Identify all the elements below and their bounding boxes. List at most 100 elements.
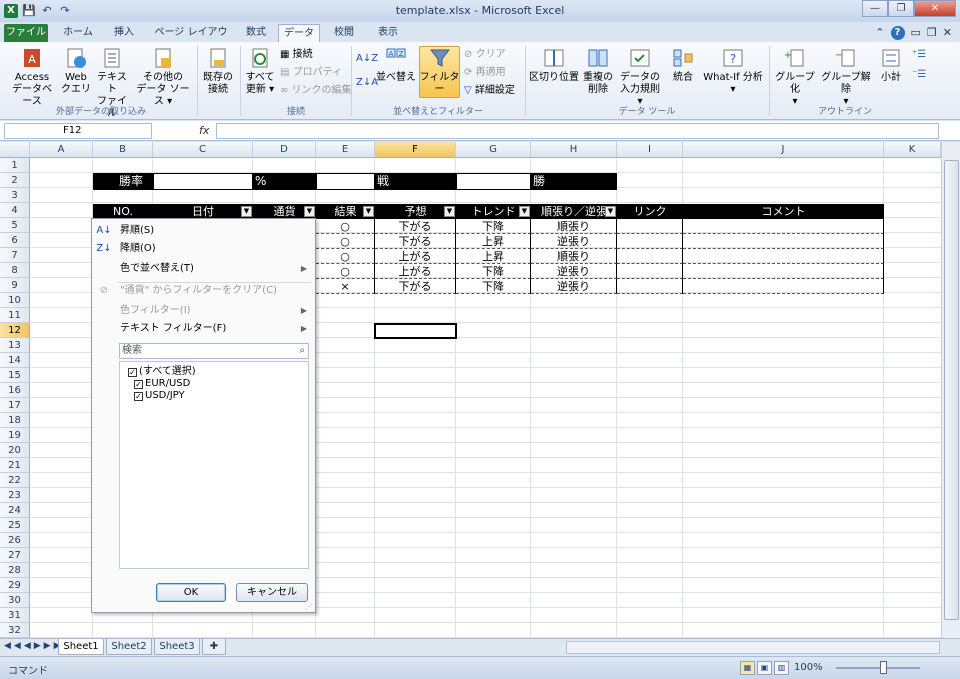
table-cell-style[interactable]: 逆張り — [531, 279, 617, 294]
row-header[interactable]: 10 — [0, 293, 30, 308]
row-header[interactable]: 4 — [0, 203, 30, 218]
battles-value-cell[interactable] — [316, 173, 375, 190]
remove-duplicates-button[interactable]: 重複の 削除 — [580, 46, 616, 96]
sheet-nav-icon[interactable]: ◀◀◀▶▶▶ — [4, 641, 64, 651]
table-cell[interactable] — [617, 249, 683, 264]
row-header[interactable]: 13 — [0, 338, 30, 353]
table-cell-style[interactable]: 逆張り — [531, 234, 617, 249]
tab-formulas[interactable]: 数式 — [238, 24, 274, 42]
consolidate-button[interactable]: 統合 — [668, 46, 698, 84]
refresh-all-button[interactable]: すべて 更新 ▾ — [244, 46, 276, 96]
filter-dropdown-currency[interactable]: ▼ — [304, 206, 315, 217]
row-header[interactable]: 14 — [0, 353, 30, 368]
active-cell-f12[interactable] — [374, 323, 457, 339]
col-header-i[interactable]: I — [617, 142, 683, 158]
filter-item-select-all[interactable]: ✓ (すべて選択) — [128, 366, 196, 378]
col-header-c[interactable]: C — [153, 142, 253, 158]
col-header-e[interactable]: E — [316, 142, 375, 158]
advanced-filter-button[interactable]: ▽ 詳細設定 — [464, 84, 515, 99]
row-header[interactable]: 21 — [0, 458, 30, 473]
table-cell-forecast[interactable]: 上がる — [375, 264, 456, 279]
filter-dropdown-result[interactable]: ▼ — [363, 206, 374, 217]
col-header-h[interactable]: H — [531, 142, 617, 158]
formula-input[interactable] — [216, 123, 939, 139]
table-cell-forecast[interactable]: 上がる — [375, 249, 456, 264]
row-header[interactable]: 7 — [0, 248, 30, 263]
table-cell-style[interactable]: 逆張り — [531, 264, 617, 279]
cancel-button[interactable]: キャンセル — [236, 583, 308, 602]
row-header[interactable]: 27 — [0, 548, 30, 563]
row-header[interactable]: 12 — [0, 323, 30, 338]
doc-restore-icon[interactable]: ❐ — [927, 26, 937, 40]
row-header[interactable]: 6 — [0, 233, 30, 248]
row-header[interactable]: 9 — [0, 278, 30, 293]
access-button[interactable]: A Access データベース — [8, 46, 56, 108]
table-cell-result[interactable]: ○ — [316, 264, 375, 279]
tab-insert[interactable]: 挿入 — [106, 24, 142, 42]
row-header[interactable]: 8 — [0, 263, 30, 278]
col-header-a[interactable]: A — [30, 142, 93, 158]
menu-sort-desc[interactable]: 降順(O) — [120, 241, 156, 257]
select-all-corner[interactable] — [0, 142, 30, 158]
row-header[interactable]: 22 — [0, 473, 30, 488]
vertical-scrollbar[interactable] — [941, 142, 960, 638]
table-cell-trend[interactable]: 下降 — [456, 279, 531, 294]
row-header[interactable]: 25 — [0, 518, 30, 533]
tab-file[interactable]: ファイル — [4, 24, 48, 42]
row-header[interactable]: 16 — [0, 383, 30, 398]
table-cell[interactable] — [683, 249, 884, 264]
sheet-tab-1[interactable]: Sheet1 — [58, 639, 104, 655]
filter-item-usdjpy[interactable]: ✓ USD/JPY — [134, 390, 185, 402]
insert-sheet-icon[interactable]: ✚ — [202, 639, 226, 655]
row-header[interactable]: 11 — [0, 308, 30, 323]
close-button[interactable]: ✕ — [914, 0, 956, 17]
checkbox-checked-icon[interactable]: ✓ — [134, 392, 143, 401]
doc-minimize-icon[interactable]: ▭ — [911, 26, 921, 40]
table-cell-forecast[interactable]: 下がる — [375, 279, 456, 294]
page-layout-view-icon[interactable]: ▣ — [757, 661, 772, 675]
table-cell[interactable] — [617, 264, 683, 279]
restore-button[interactable]: ❐ — [888, 0, 914, 17]
table-cell[interactable] — [617, 219, 683, 234]
table-cell[interactable] — [683, 219, 884, 234]
row-header[interactable]: 23 — [0, 488, 30, 503]
row-header[interactable]: 32 — [0, 623, 30, 638]
row-header[interactable]: 26 — [0, 533, 30, 548]
filter-search-input[interactable]: 検索 ⌕ — [119, 343, 309, 359]
row-header[interactable]: 1 — [0, 158, 30, 173]
table-cell[interactable] — [617, 279, 683, 294]
tab-data[interactable]: データ — [278, 24, 320, 42]
table-cell-result[interactable]: ○ — [316, 234, 375, 249]
row-header[interactable]: 2 — [0, 173, 30, 188]
row-header[interactable]: 30 — [0, 593, 30, 608]
page-break-view-icon[interactable]: ▥ — [774, 661, 789, 675]
menu-color-filter[interactable]: 色フィルター(I) — [120, 303, 191, 319]
hide-detail-icon[interactable]: ⁻☰ — [912, 68, 926, 83]
table-cell-trend[interactable]: 上昇 — [456, 234, 531, 249]
sort-desc-icon[interactable]: Z↓A — [356, 76, 378, 91]
horizontal-scrollbar[interactable] — [566, 641, 940, 654]
tab-home[interactable]: ホーム — [58, 24, 98, 42]
table-cell[interactable] — [683, 279, 884, 294]
table-cell-result[interactable]: ○ — [316, 249, 375, 264]
edit-links-button[interactable]: ∞ リンクの編集 — [280, 84, 352, 99]
resize-grip-icon[interactable]: ⋰ — [305, 602, 313, 611]
row-header[interactable]: 19 — [0, 428, 30, 443]
minimize-button[interactable]: — — [862, 0, 888, 17]
checkbox-checked-icon[interactable]: ✓ — [128, 368, 137, 377]
ok-button[interactable]: OK — [156, 583, 226, 602]
table-cell-forecast[interactable]: 下がる — [375, 234, 456, 249]
group-button[interactable]: + グループ化 ▾ — [772, 46, 818, 108]
connections-button[interactable]: ▦ 接続 — [280, 48, 313, 63]
clear-filter-button[interactable]: ⊘ クリア — [464, 48, 506, 63]
col-header-d[interactable]: D — [253, 142, 316, 158]
row-header[interactable]: 24 — [0, 503, 30, 518]
filter-item-eurusd[interactable]: ✓ EUR/USD — [134, 378, 190, 390]
show-detail-icon[interactable]: ⁺☰ — [912, 48, 926, 63]
wins-value-cell[interactable] — [456, 173, 531, 190]
help-icon[interactable]: ? — [890, 26, 905, 40]
web-query-button[interactable]: Web クエリ — [60, 46, 92, 96]
row-header[interactable]: 15 — [0, 368, 30, 383]
what-if-button[interactable]: ? What-If 分析 ▾ — [700, 46, 766, 96]
table-cell-trend[interactable]: 下降 — [456, 264, 531, 279]
